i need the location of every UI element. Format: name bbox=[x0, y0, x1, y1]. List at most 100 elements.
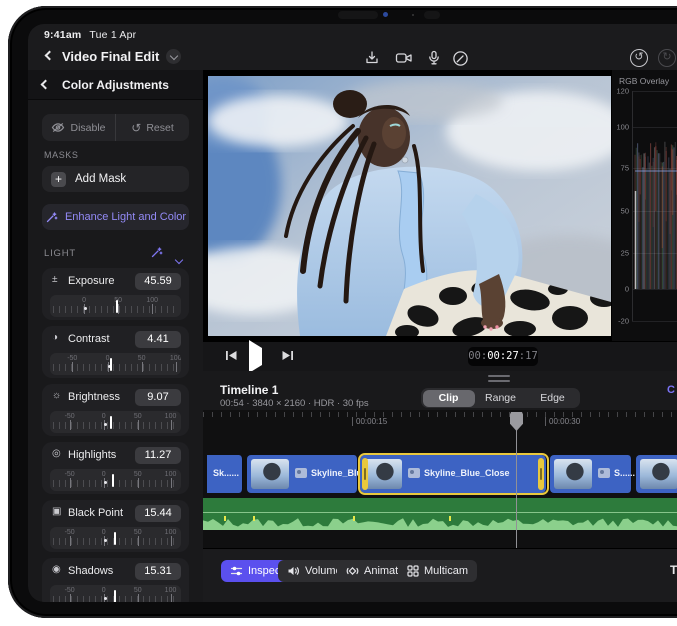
reset-button[interactable]: ↺ Reset bbox=[116, 114, 189, 141]
playhead-handle[interactable] bbox=[510, 412, 523, 431]
slider-track[interactable]: -50050100 bbox=[50, 353, 181, 375]
enhance-label: Enhance Light and Color bbox=[65, 211, 186, 223]
major-tick bbox=[138, 420, 139, 430]
voiceover-button[interactable] bbox=[424, 48, 444, 68]
tick-label: 50 bbox=[134, 413, 142, 420]
slider-value[interactable]: 15.44 bbox=[135, 505, 181, 522]
ruler-ticks[interactable] bbox=[203, 412, 677, 417]
chevron-down-icon bbox=[175, 256, 183, 264]
light-section-label: LIGHT bbox=[44, 248, 76, 259]
skip-back-icon bbox=[225, 349, 238, 362]
record-video-button[interactable] bbox=[394, 48, 414, 68]
disable-label: Disable bbox=[70, 122, 105, 134]
disable-reset-control: Disable ↺ Reset bbox=[42, 114, 189, 141]
video-track: Sk......Skyline_Blue_Wide Skyline_Blue_Cl… bbox=[203, 455, 677, 495]
light-wand-icon bbox=[150, 246, 163, 259]
slider-brightness: ☼Brightness9.07-50050100 bbox=[42, 384, 189, 436]
slider-track[interactable]: -50050100 bbox=[50, 411, 181, 433]
slider-label-row: ◎Highlights11.27 bbox=[50, 447, 181, 465]
slider-handle[interactable] bbox=[114, 532, 116, 545]
skip-forward-icon bbox=[281, 349, 294, 362]
date: Tue 1 Apr bbox=[89, 29, 136, 41]
redo-button[interactable]: ↻ bbox=[657, 48, 677, 68]
light-collapse-button[interactable] bbox=[176, 250, 182, 268]
back-icon[interactable] bbox=[45, 51, 55, 61]
shadows-icon: ◉ bbox=[52, 564, 61, 575]
tab-range[interactable]: Range bbox=[475, 390, 527, 407]
import-button[interactable] bbox=[362, 48, 382, 68]
video-camera-icon bbox=[395, 50, 413, 66]
playhead[interactable] bbox=[510, 412, 523, 552]
clip-label: Skyline_Blue_Close bbox=[424, 468, 510, 478]
slider-label-row: ±Exposure45.59 bbox=[50, 273, 181, 291]
slider-handle[interactable] bbox=[110, 416, 112, 429]
undo-button[interactable]: ↺ bbox=[629, 48, 649, 68]
tick-label: 100 bbox=[165, 587, 177, 594]
tick-label: -50 bbox=[67, 355, 77, 362]
disable-button[interactable]: Disable bbox=[42, 114, 116, 141]
slider-track[interactable]: 050100 bbox=[50, 295, 181, 317]
play-button[interactable] bbox=[249, 348, 262, 366]
slider-handle[interactable] bbox=[116, 300, 118, 313]
add-mask-label: Add Mask bbox=[75, 173, 126, 185]
media-icon bbox=[408, 468, 420, 478]
slider-label: Contrast bbox=[68, 333, 110, 345]
contrast-icon: ◑ bbox=[52, 332, 58, 343]
timeline-clip[interactable]: Sk...... bbox=[207, 455, 243, 493]
slider-track[interactable]: -50050100 bbox=[50, 585, 181, 602]
pane-drag-handle[interactable] bbox=[488, 375, 510, 385]
skip-forward-button[interactable] bbox=[281, 349, 294, 367]
slider-handle[interactable] bbox=[110, 358, 112, 371]
timecode-display[interactable]: 00:00:27:17 bbox=[468, 347, 538, 366]
slider-handle[interactable] bbox=[112, 474, 114, 487]
slider-highlights: ◎Highlights11.27 -50050100 bbox=[42, 442, 189, 494]
trim-handle-right[interactable] bbox=[538, 458, 544, 490]
slider-handle[interactable] bbox=[114, 590, 116, 602]
slider-value[interactable]: 9.07 bbox=[135, 389, 181, 406]
skip-back-button[interactable] bbox=[225, 349, 238, 367]
highlights-icon: ◎ bbox=[52, 448, 61, 459]
scope-axis-label: 75 bbox=[621, 164, 629, 173]
camera-housing bbox=[338, 11, 378, 19]
slider-label-row: ◉Shadows15.31 bbox=[50, 563, 181, 581]
tick-label: 50 bbox=[134, 587, 142, 594]
major-tick bbox=[72, 362, 73, 372]
slider-value[interactable]: 4.41 bbox=[135, 331, 181, 348]
project-menu-button[interactable] bbox=[166, 49, 181, 64]
slider-blackpoint: ▣Black Point15.44-50050100 bbox=[42, 500, 189, 552]
scope-axis-label: 25 bbox=[621, 249, 629, 258]
trim-handle-left[interactable] bbox=[362, 458, 368, 490]
enhance-light-color-button[interactable]: Enhance Light and Color bbox=[42, 204, 189, 230]
tab-clip[interactable]: Clip bbox=[423, 390, 475, 407]
timeline-clip[interactable] bbox=[636, 455, 677, 493]
slider-value[interactable]: 11.27 bbox=[135, 447, 181, 464]
major-tick bbox=[176, 362, 177, 372]
major-tick bbox=[171, 594, 172, 602]
slider-value[interactable]: 15.31 bbox=[135, 563, 181, 580]
slider-label: Brightness bbox=[68, 391, 120, 403]
tab-edge[interactable]: Edge bbox=[527, 390, 579, 407]
tick-label: 50 bbox=[134, 529, 142, 536]
multicam-button[interactable]: Multicam bbox=[398, 560, 477, 582]
multicam-label: Multicam bbox=[424, 565, 468, 577]
scope-title: RGB Overlay bbox=[619, 76, 669, 86]
timeline-clip[interactable]: Skyline_Blue_Wide bbox=[247, 455, 358, 493]
clipped-button-fragment[interactable]: C bbox=[667, 384, 675, 396]
chevron-down-icon bbox=[169, 51, 177, 59]
slider-track[interactable]: -50050100 bbox=[50, 527, 181, 549]
timeline-clip[interactable]: S...... bbox=[550, 455, 632, 493]
draw-button[interactable] bbox=[450, 48, 470, 68]
light-sliders: ±Exposure45.59 050100 ◑ Contrast 4.41 -500501… bbox=[42, 268, 189, 602]
slider-value[interactable]: 45.59 bbox=[135, 273, 181, 290]
tick-label: 50 bbox=[138, 355, 146, 362]
project-title[interactable]: Video Final Edit bbox=[62, 49, 159, 64]
slider-track[interactable]: -50050100 bbox=[50, 469, 181, 491]
scope-axis-label: 50 bbox=[621, 207, 629, 216]
pencil-circle-icon bbox=[452, 50, 469, 67]
media-icon bbox=[295, 468, 307, 478]
timeline-header: Timeline 1 00:54 · 3840 × 2160 · HDR · 3… bbox=[203, 371, 677, 410]
stage: RGB Overlay 1201007550250-20 00:00:27:17 bbox=[203, 70, 677, 602]
blackpoint-icon: ▣ bbox=[52, 506, 61, 517]
add-mask-button[interactable]: + Add Mask bbox=[42, 166, 189, 192]
audio-track[interactable] bbox=[203, 498, 677, 530]
